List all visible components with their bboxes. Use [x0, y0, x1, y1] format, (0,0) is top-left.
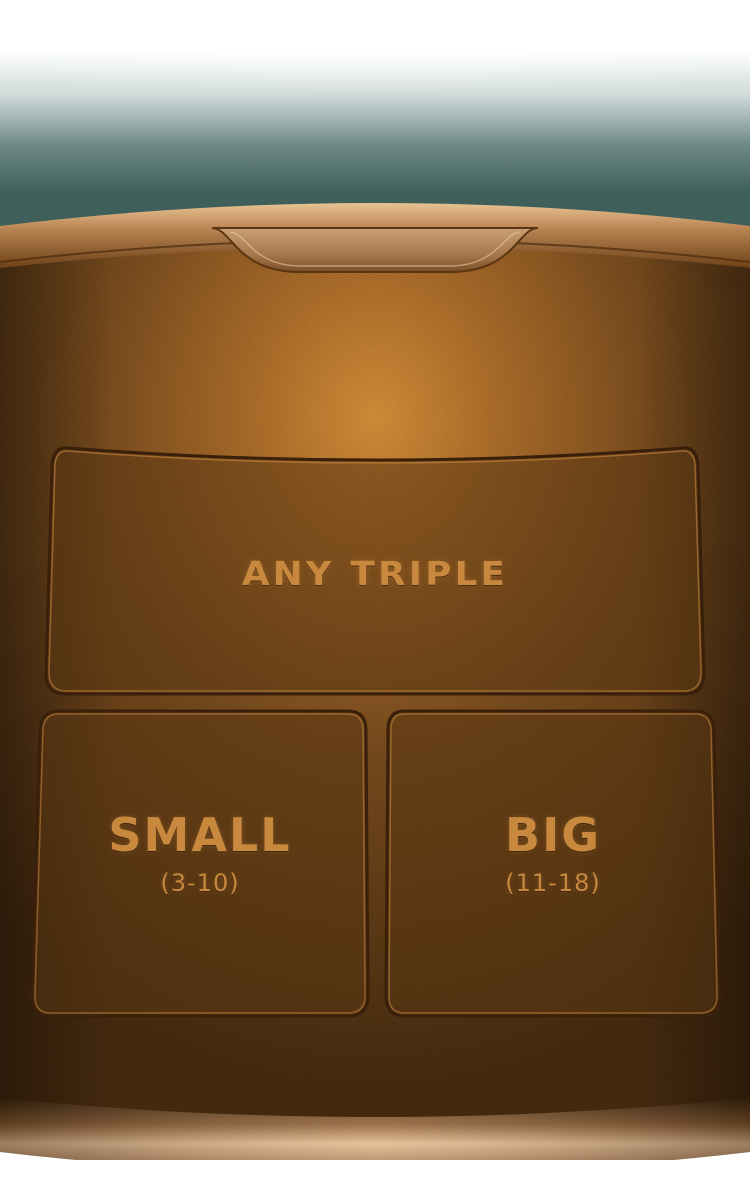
- small-panel: [30, 709, 370, 1018]
- big-panel: [384, 709, 722, 1018]
- big-range-label: (11-18): [505, 869, 601, 897]
- big-label: BIG: [505, 808, 601, 862]
- small-range-label: (3-10): [160, 869, 240, 897]
- small-label: SMALL: [108, 808, 292, 862]
- small-bet-area[interactable]: SMALL (3-10): [30, 708, 370, 1020]
- big-bet-area[interactable]: BIG (11-18): [384, 708, 722, 1020]
- any-triple-bet-area[interactable]: ANY TRIPLE: [44, 442, 706, 698]
- any-triple-label: ANY TRIPLE: [241, 554, 509, 593]
- game-table: ANY TRIPLE SMALL (3-10) BIG (11-18): [0, 0, 750, 1204]
